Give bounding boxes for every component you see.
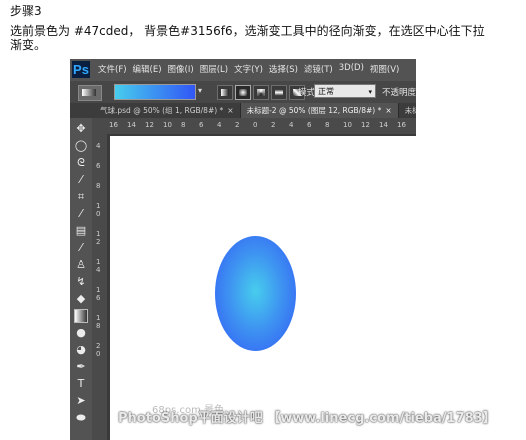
menu-3d[interactable]: 3D(D) (339, 63, 364, 75)
toolbox: ✥ ◯ ᘓ ⁄ ⌗ ⁄ ▤ ⁄ ♙ ↯ ◆ ● ◕ ✒ T ➤ ⬬ (70, 118, 93, 440)
menu-filter[interactable]: 滤镜(T) (304, 63, 333, 75)
ruler-tick: 6 (199, 121, 204, 129)
menu-view[interactable]: 视图(V) (370, 63, 399, 75)
ruler-tick: 14 (127, 121, 136, 129)
photoshop-logo: Ps (72, 61, 90, 78)
ruler-tick: 8 (325, 121, 330, 129)
watermark: PhotoShop平面设计吧 【www.linecg.com/tieba/178… (118, 411, 496, 426)
ruler-tick: 2 (235, 121, 240, 129)
brush-icon[interactable]: ⁄ (74, 241, 88, 255)
horizontal-ruler: 16 14 12 10 8 6 4 2 0 2 4 6 8 10 12 14 1… (107, 118, 416, 134)
ruler-tick: 4 (217, 121, 222, 129)
tab-document-2[interactable]: 未标题-2 @ 50% (图层 12, RGB/8#) * × (240, 103, 399, 118)
crop-icon[interactable]: ⌗ (74, 190, 88, 204)
document-canvas[interactable] (110, 136, 416, 440)
linear-gradient-button[interactable] (217, 85, 233, 100)
ruler-tick: 12 (361, 121, 370, 129)
opacity-label: 不透明度: (382, 88, 416, 98)
ruler-tick: 8 (96, 322, 101, 330)
ruler-tick: 1 (96, 286, 101, 294)
ruler-tick: 6 (307, 121, 312, 129)
radial-gradient-ellipse (215, 236, 296, 351)
ruler-tick: 0 (253, 121, 258, 129)
type-icon[interactable]: T (74, 377, 88, 391)
ruler-tick: 16 (397, 121, 406, 129)
mode-dropdown[interactable]: 正常 ▾ (314, 84, 376, 98)
ruler-tick: 1 (96, 258, 101, 266)
gradient-editor-swatch[interactable] (114, 84, 196, 100)
tab-label: 未标题-2 @ 50% (图层 12, RGB/8#) * (246, 106, 382, 115)
ruler-tick: 10 (343, 121, 352, 129)
menu-type[interactable]: 文字(Y) (234, 63, 263, 75)
tab-label: 气球.psd @ 50% (组 1, RGB/8#) * (100, 106, 224, 115)
vertical-ruler: 4 6 8 1 0 1 2 1 4 1 6 1 8 2 0 (92, 134, 107, 440)
ruler-tick: 0 (96, 210, 101, 218)
healing-brush-icon[interactable]: ▤ (74, 224, 88, 238)
move-icon[interactable]: ✥ (74, 122, 88, 136)
ruler-tick: 6 (96, 162, 101, 170)
chevron-down-icon: ▾ (368, 88, 372, 96)
chevron-down-icon[interactable]: ▾ (198, 86, 202, 95)
eyedropper-icon[interactable]: ⁄ (74, 207, 88, 221)
close-icon[interactable]: × (227, 106, 233, 115)
ruler-tick: 0 (96, 350, 101, 358)
ruler-tick: 2 (96, 342, 101, 350)
angle-gradient-button[interactable] (253, 85, 269, 100)
path-selection-icon[interactable]: ➤ (74, 394, 88, 408)
menu-layer[interactable]: 图层(L) (200, 63, 228, 75)
ruler-tick: 8 (181, 121, 186, 129)
ruler-tick: 8 (96, 182, 101, 190)
blur-icon[interactable]: ● (74, 326, 88, 340)
ruler-tick: 1 (96, 202, 101, 210)
ruler-tick: 10 (163, 121, 172, 129)
ruler-tick: 16 (109, 121, 118, 129)
tab-document-1[interactable]: 气球.psd @ 50% (组 1, RGB/8#) * × (94, 103, 241, 118)
history-brush-icon[interactable]: ↯ (74, 275, 88, 289)
radial-gradient-button[interactable] (235, 85, 251, 100)
options-bar: ▾ 模式: 正常 ▾ 不透明度: (70, 81, 416, 103)
magic-wand-icon[interactable]: ⁄ (74, 173, 88, 187)
shape-icon[interactable]: ⬬ (74, 411, 88, 425)
lasso-icon[interactable]: ᘓ (74, 156, 88, 170)
document-tabs: 气球.psd @ 50% (组 1, RGB/8#) * × 未标题-2 @ 50… (70, 103, 416, 118)
eraser-icon[interactable]: ◆ (74, 292, 88, 306)
instruction-text: 选前景色为 #47cded， 背景色#3156f6，选渐变工具中的径向渐变，在选… (10, 24, 485, 52)
ruler-tick: 2 (271, 121, 276, 129)
reflected-gradient-button[interactable] (271, 85, 287, 100)
ruler-corner (92, 118, 107, 134)
menu-select[interactable]: 选择(S) (269, 63, 298, 75)
marquee-icon[interactable]: ◯ (74, 139, 88, 153)
close-icon[interactable]: × (385, 106, 391, 115)
mode-value: 正常 (318, 87, 334, 96)
ruler-tick: 1 (96, 230, 101, 238)
pen-icon[interactable]: ✒ (74, 360, 88, 374)
menu-bar: Ps 文件(F) 编辑(E) 图像(I) 图层(L) 文字(Y) 选择(S) 滤… (70, 59, 416, 81)
ruler-tick: 6 (96, 294, 101, 302)
step-title: 步骤3 (10, 4, 42, 18)
ruler-tick: 12 (145, 121, 154, 129)
dodge-icon[interactable]: ◕ (74, 343, 88, 357)
ruler-tick: 1 (96, 314, 101, 322)
ruler-tick: 14 (379, 121, 388, 129)
ruler-tick: 4 (289, 121, 294, 129)
tool-preset-picker[interactable] (78, 85, 102, 101)
ruler-tick: 2 (96, 238, 101, 246)
tab-document-3[interactable]: 未标 (399, 103, 416, 118)
ruler-tick: 4 (96, 142, 101, 150)
tab-label: 未标 (404, 106, 416, 115)
menu-file[interactable]: 文件(F) (98, 63, 127, 75)
photoshop-window: Ps 文件(F) 编辑(E) 图像(I) 图层(L) 文字(Y) 选择(S) 滤… (70, 59, 416, 440)
menu-image[interactable]: 图像(I) (168, 63, 194, 75)
clone-stamp-icon[interactable]: ♙ (74, 258, 88, 272)
gradient-icon[interactable] (74, 309, 88, 323)
menu-edit[interactable]: 编辑(E) (133, 63, 162, 75)
ruler-tick: 4 (96, 266, 101, 274)
